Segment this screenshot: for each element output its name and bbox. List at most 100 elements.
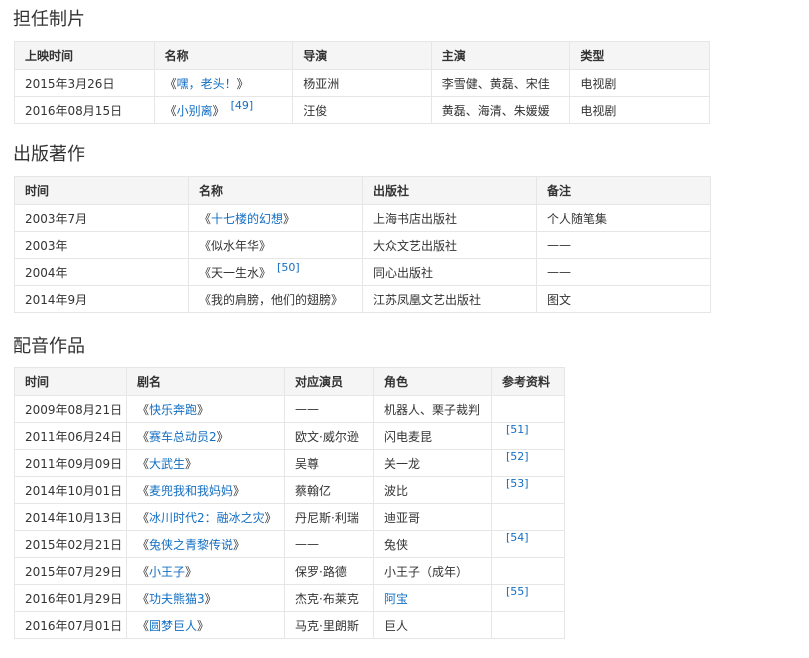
role: 兔侠 [373, 530, 492, 558]
reference-link[interactable]: [52] [506, 451, 529, 464]
title-link[interactable]: 圆梦巨人 [149, 619, 197, 633]
voiced-actor: 杰克·布莱克 [284, 584, 374, 612]
publish-date: 2003年 [14, 231, 189, 259]
title-cell: 《兔侠之青黎传说》 [126, 530, 285, 558]
title-link[interactable]: 兔侠之青黎传说 [149, 538, 233, 552]
reference-link[interactable]: [55] [506, 586, 529, 599]
title-cell: 《功夫熊猫3》 [126, 584, 285, 612]
table-header-row: 时间 名称 出版社 备注 [14, 176, 711, 205]
table-row: 2004年 《天一生水》 [50] 同心出版社 —— [14, 258, 711, 286]
reference-link[interactable]: [51] [506, 424, 529, 437]
column-header: 角色 [373, 367, 492, 396]
role: 小王子（成年） [373, 557, 492, 585]
title-cell: 《赛车总动员2》 [126, 422, 285, 450]
voiced-actor: 吴尊 [284, 449, 374, 477]
reference-cell [491, 395, 565, 423]
note: —— [536, 231, 711, 259]
title-cell: 《似水年华》 [188, 231, 363, 259]
table-row: 2003年 《似水年华》 大众文艺出版社 —— [14, 231, 711, 259]
column-header: 导演 [292, 41, 432, 70]
reference-link[interactable]: [49] [231, 99, 254, 112]
title-link[interactable]: 嘿，老头！ [177, 77, 237, 91]
voice-acting-table: 时间 剧名 对应演员 角色 参考资料 2009年08月21日 《快乐奔跑》 —— 机器… [14, 367, 565, 639]
publisher: 江苏凤凰文艺出版社 [362, 285, 537, 313]
role: 迪亚哥 [373, 503, 492, 531]
title-link[interactable]: 麦兜我和我妈妈 [149, 484, 233, 498]
column-header: 主演 [430, 41, 571, 70]
title-cell: 《小别离》 [49] [153, 96, 294, 124]
column-header: 时间 [14, 367, 127, 396]
title-link[interactable]: 小别离 [177, 104, 213, 118]
release-date: 2014年10月13日 [14, 503, 127, 531]
reference-cell [491, 503, 565, 531]
reference-cell [491, 611, 565, 639]
table-row: 2014年10月01日 《麦兜我和我妈妈》 蔡翰亿 波比 [53] [14, 476, 565, 504]
title-cell: 《十七楼的幻想》 [188, 204, 363, 232]
voiced-actor: 马克·里朗斯 [284, 611, 374, 639]
reference-cell: [52] [491, 449, 565, 477]
voiced-actor: 欧文·威尔逊 [284, 422, 374, 450]
reference-cell: [51] [491, 422, 565, 450]
title-cell: 《圆梦巨人》 [126, 611, 285, 639]
column-header: 类型 [569, 41, 710, 70]
title-cell: 《冰川时代2：融冰之灾》 [126, 503, 285, 531]
note: 图文 [536, 285, 711, 313]
voiced-actor: 保罗·路德 [284, 557, 374, 585]
reference-cell: [53] [491, 476, 565, 504]
director: 汪俊 [292, 96, 432, 124]
role: 关一龙 [373, 449, 492, 477]
voiced-actor: —— [284, 395, 374, 423]
cast: 黄磊、海清、朱媛媛 [430, 96, 571, 124]
publisher: 同心出版社 [362, 258, 537, 286]
table-row: 2016年07月01日 《圆梦巨人》 马克·里朗斯 巨人 [14, 611, 565, 639]
note: —— [536, 258, 711, 286]
reference-link[interactable]: [53] [506, 478, 529, 491]
reference-link[interactable]: [54] [506, 532, 529, 545]
column-header: 对应演员 [284, 367, 374, 396]
title-link[interactable]: 功夫熊猫3 [149, 592, 205, 606]
role: 机器人、栗子裁判 [373, 395, 492, 423]
reference-cell: [55] [491, 584, 565, 612]
section-title-publications: 出版著作 [13, 144, 85, 165]
table-row: 2009年08月21日 《快乐奔跑》 —— 机器人、栗子裁判 [14, 395, 565, 423]
title-cell: 《大武生》 [126, 449, 285, 477]
voiced-actor: 蔡翰亿 [284, 476, 374, 504]
table-row: 2011年06月24日 《赛车总动员2》 欧文·威尔逊 闪电麦昆 [51] [14, 422, 565, 450]
reference-cell [491, 557, 565, 585]
role[interactable]: 阿宝 [373, 584, 492, 612]
table-row: 2011年09月09日 《大武生》 吴尊 关一龙 [52] [14, 449, 565, 477]
table-row: 2015年07月29日 《小王子》 保罗·路德 小王子（成年） [14, 557, 565, 585]
table-header-row: 时间 剧名 对应演员 角色 参考资料 [14, 367, 565, 396]
section-title-producer: 担任制片 [13, 9, 85, 30]
title-link[interactable]: 快乐奔跑 [149, 403, 197, 417]
title-link[interactable]: 冰川时代2：融冰之灾 [149, 511, 265, 525]
title-text: 天一生水 [211, 265, 260, 280]
publisher: 大众文艺出版社 [362, 231, 537, 259]
title-cell: 《嘿，老头！》 [153, 69, 294, 97]
director: 杨亚洲 [292, 69, 432, 97]
page: 担任制片 上映时间 名称 导演 主演 类型 2015年3月26日 《嘿，老头！》… [0, 0, 809, 658]
title-cell: 《天一生水》 [50] [188, 258, 363, 286]
table-row: 2014年10月13日 《冰川时代2：融冰之灾》 丹尼斯·利瑞 迪亚哥 [14, 503, 565, 531]
release-date: 2016年01月29日 [14, 584, 127, 612]
genre: 电视剧 [569, 96, 710, 124]
reference-link[interactable]: [50] [277, 261, 300, 274]
title-link[interactable]: 十七楼的幻想 [211, 212, 283, 226]
title-link[interactable]: 赛车总动员2 [149, 430, 217, 444]
title-link[interactable]: 小王子 [149, 565, 185, 579]
role: 巨人 [373, 611, 492, 639]
title-cell: 《麦兜我和我妈妈》 [126, 476, 285, 504]
column-header: 上映时间 [14, 41, 155, 70]
publish-date: 2004年 [14, 258, 189, 286]
table-header-row: 上映时间 名称 导演 主演 类型 [14, 41, 710, 70]
release-date: 2015年07月29日 [14, 557, 127, 585]
table-row: 2016年08月15日 《小别离》 [49] 汪俊 黄磊、海清、朱媛媛 电视剧 [14, 96, 710, 124]
title-link[interactable]: 大武生 [149, 457, 185, 471]
table-row: 2016年01月29日 《功夫熊猫3》 杰克·布莱克 阿宝 [55] [14, 584, 565, 612]
table-row: 2015年3月26日 《嘿，老头！》 杨亚洲 李雪健、黄磊、宋佳 电视剧 [14, 69, 710, 97]
publisher: 上海书店出版社 [362, 204, 537, 232]
release-date: 2015年02月21日 [14, 530, 127, 558]
publications-table: 时间 名称 出版社 备注 2003年7月 《十七楼的幻想》 上海书店出版社 个人… [14, 176, 711, 313]
voiced-actor: —— [284, 530, 374, 558]
release-date: 2016年07月01日 [14, 611, 127, 639]
